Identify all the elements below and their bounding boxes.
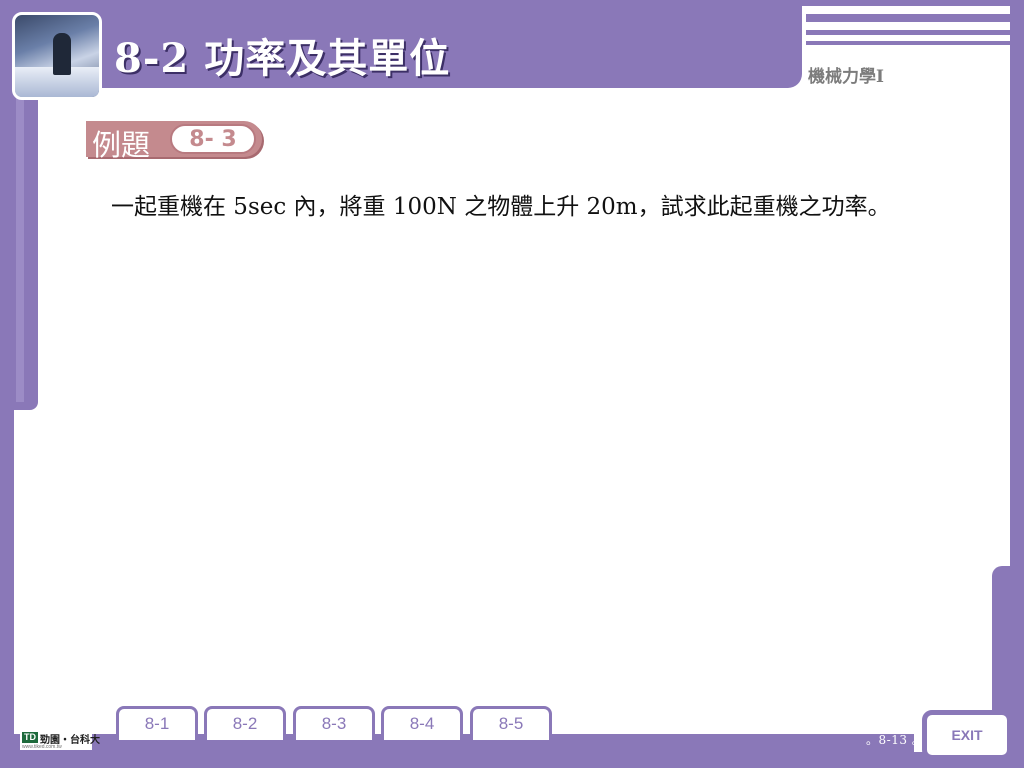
tab-8-1[interactable]: 8-1 [116,706,198,740]
example-label: 例題 [92,128,151,162]
page-title: 8-2 功率及其單位 [114,35,451,82]
thumbnail-figure [53,33,71,75]
header-line [806,30,1012,35]
exit-button[interactable]: EXIT [922,710,1012,760]
book-title: 機械力學I [808,67,884,87]
header-line [806,14,1012,22]
example-number-pill: 8- 3 [170,124,256,154]
frame-bottom [0,752,1024,768]
tab-8-4[interactable]: 8-4 [381,706,463,740]
publisher-logo-url: www.tiked.com.tw [22,744,62,750]
right-side-stripe [992,566,1012,716]
problem-statement: 一起重機在 5sec 內，將重 100N 之物體上升 20m，試求此起重機之功率… [111,194,891,220]
publisher-logo: TD 勁園‧台科大 www.tiked.com.tw [20,730,100,750]
tab-8-5[interactable]: 8-5 [470,706,552,740]
example-number: 8- 3 [189,127,237,152]
rafting-photo-icon [12,12,102,100]
example-badge: 例題 8- 3 [86,121,262,162]
publisher-logo-mark: TD [22,732,38,743]
frame-right [1010,0,1024,768]
header-line [806,41,1012,45]
left-side-stripe-highlight [16,92,24,402]
page-number: 。8-13 。 [866,733,925,747]
tab-8-2[interactable]: 8-2 [204,706,286,740]
tab-8-3[interactable]: 8-3 [293,706,375,740]
